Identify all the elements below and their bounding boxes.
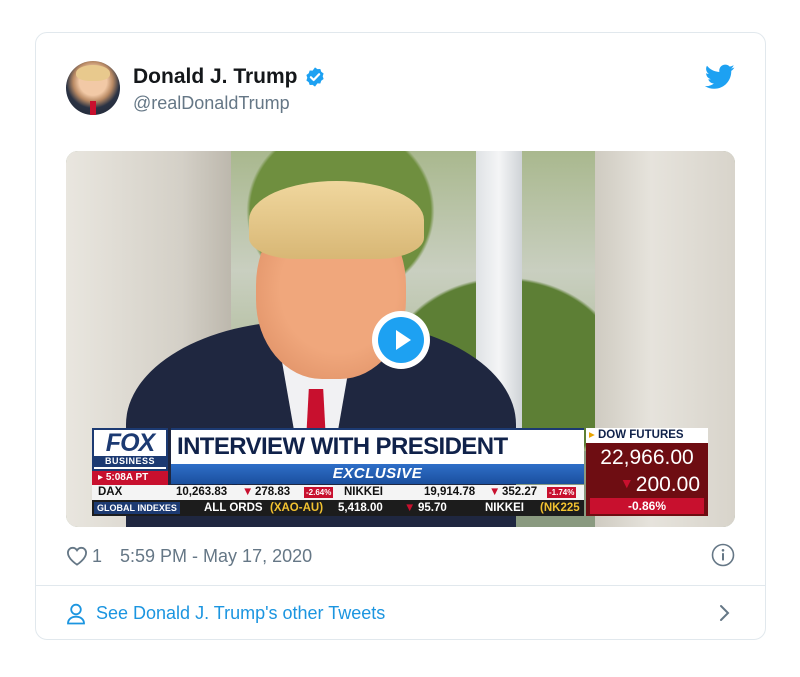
- dow-futures-label: ▸ DOW FUTURES: [586, 428, 708, 443]
- nikkei-value: 19,914.78: [424, 486, 476, 498]
- see-other-tweets-text: See Donald J. Trump's other Tweets: [96, 603, 386, 623]
- person-icon: [67, 603, 85, 624]
- like-count: 1: [92, 545, 103, 566]
- author-avatar[interactable]: [66, 61, 120, 115]
- nikkei2-label: NIKKEI: [485, 502, 524, 514]
- allords-code: (XAO-AU): [270, 502, 324, 514]
- dow-futures-value: 22,966.00: [600, 446, 694, 469]
- dax-value: 10,263.83: [176, 486, 228, 498]
- allords-down-arrow: ▼: [404, 502, 416, 514]
- author-handle[interactable]: @realDonaldTrump: [133, 93, 326, 114]
- nikkei2-code: (NK225: [540, 502, 580, 514]
- broadcast-time-text: 5:08A PT: [105, 472, 149, 483]
- tweet-card: Donald J. Trump @realDonaldTrump FOX BUS…: [35, 32, 766, 640]
- ticker-row-2: GLOBAL INDEXES ALL ORDS (XAO-AU) 5,418.0…: [92, 500, 584, 516]
- global-indexes-label: GLOBAL INDEXES: [94, 502, 180, 514]
- dow-down-arrow: ▼: [619, 475, 634, 491]
- nikkei-pct: -1.74%: [547, 487, 577, 498]
- dow-futures-panel: ▸ DOW FUTURES 22,966.00 ▼200.00 -0.86%: [586, 428, 708, 516]
- dow-futures-pct: -0.86%: [590, 498, 704, 514]
- nikkei-change: 352.27: [502, 486, 538, 498]
- tweet-header: Donald J. Trump @realDonaldTrump: [66, 61, 735, 121]
- person-hair: [249, 181, 424, 259]
- ticker-row-1: DAX 10,263.83 ▼ 278.83 -2.64% NIKKEI 19,…: [92, 485, 584, 500]
- author-display-name[interactable]: Donald J. Trump: [133, 65, 298, 89]
- dax-pct: -2.64%: [304, 487, 334, 498]
- nikkei-label: NIKKEI: [344, 486, 383, 498]
- play-icon: [378, 317, 424, 363]
- verified-badge-icon: [305, 67, 324, 87]
- allords-value: 5,418.00: [338, 502, 383, 514]
- dow-futures-change: ▼200.00: [586, 471, 708, 497]
- broadcast-time: ▸ 5:08A PT: [92, 471, 168, 485]
- dax-change: 278.83: [255, 486, 291, 498]
- network-sub: BUSINESS: [94, 456, 166, 467]
- allords-label: ALL ORDS: [204, 502, 263, 514]
- tweet-video[interactable]: FOX BUSINESS ▸ 5:08A PT INTERVIEW WITH P…: [66, 151, 735, 527]
- tweet-timestamp[interactable]: 5:59 PM - May 17, 2020: [120, 546, 312, 567]
- info-icon[interactable]: [711, 543, 735, 567]
- name-row: Donald J. Trump: [133, 65, 326, 89]
- chyron-headline: INTERVIEW WITH PRESIDENT TRUMP: [171, 428, 584, 494]
- chevron-right-icon: [720, 605, 730, 621]
- exclusive-tag: EXCLUSIVE: [171, 464, 584, 484]
- news-chyron: FOX BUSINESS ▸ 5:08A PT INTERVIEW WITH P…: [92, 428, 708, 520]
- dax-label: DAX: [98, 486, 123, 498]
- play-button[interactable]: [372, 311, 430, 369]
- dax-down-arrow: ▼: [242, 486, 254, 498]
- network-logo: FOX BUSINESS: [92, 428, 168, 471]
- network-name: FOX: [105, 429, 155, 457]
- nikkei-down-arrow: ▼: [489, 486, 501, 498]
- twitter-bird-icon[interactable]: [705, 63, 735, 91]
- see-other-tweets-link[interactable]: See Donald J. Trump's other Tweets: [66, 586, 735, 641]
- tweet-meta: 1 5:59 PM - May 17, 2020: [66, 543, 735, 569]
- dow-futures-change-text: 200.00: [635, 473, 700, 496]
- author-name-block: Donald J. Trump @realDonaldTrump: [133, 65, 326, 114]
- heart-icon[interactable]: [66, 546, 88, 566]
- allords-change: 95.70: [418, 502, 447, 514]
- dow-futures-label-text: DOW FUTURES: [597, 429, 684, 441]
